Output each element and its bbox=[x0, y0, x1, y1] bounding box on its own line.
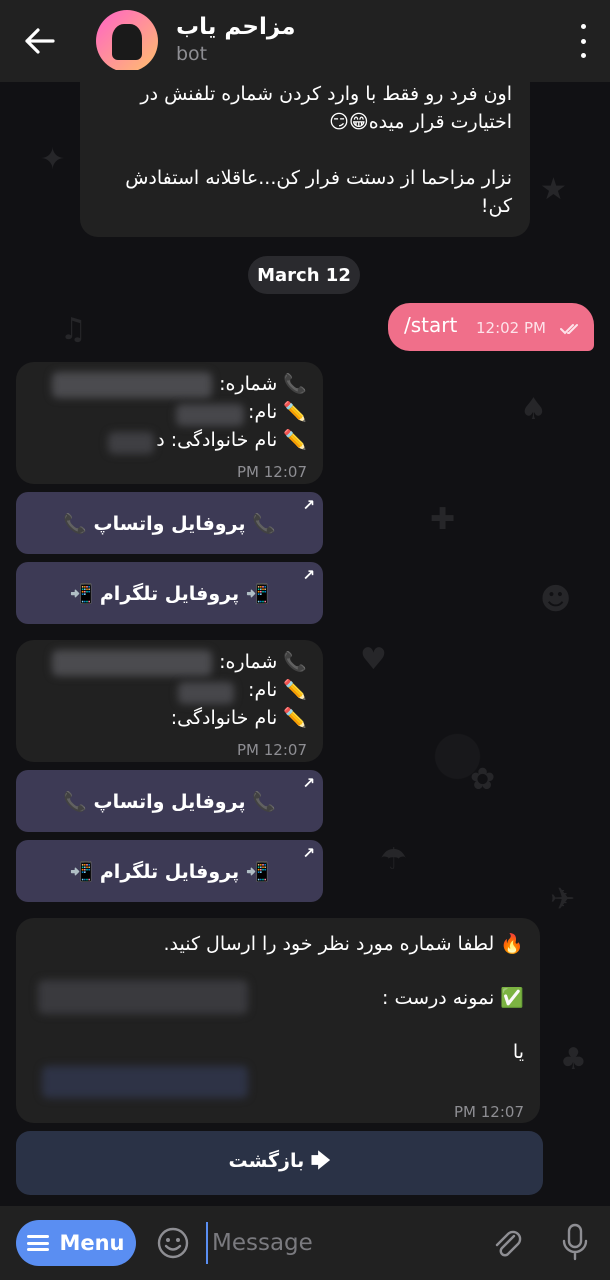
whatsapp-button-label: 📞 پروفایل واتساپ 📞 bbox=[63, 512, 276, 535]
emoji-icon[interactable] bbox=[156, 1226, 190, 1260]
open-link-arrow-icon: ↗ bbox=[302, 566, 315, 584]
redacted-phone bbox=[52, 650, 212, 676]
prompt-line: 🔥 لطفا شماره مورد نظر خود را ارسال کنید. bbox=[163, 933, 524, 955]
doodle-icon: ♣ bbox=[560, 1042, 587, 1077]
message-input[interactable] bbox=[206, 1222, 464, 1264]
telegram-profile-button[interactable]: 📲 پروفایل تلگرام 📲 ↗ bbox=[16, 840, 323, 902]
open-link-arrow-icon: ↗ bbox=[302, 844, 315, 862]
outgoing-message-bubble: /start 12:02 PM bbox=[388, 303, 594, 351]
menu-label: Menu bbox=[59, 1231, 125, 1255]
message-time: 12:07 PM bbox=[453, 1103, 524, 1121]
double-check-icon bbox=[560, 324, 578, 335]
back-arrow-icon bbox=[25, 28, 55, 54]
telegram-button-label: 📲 پروفایل تلگرام 📲 bbox=[69, 582, 270, 605]
back-arrow-button[interactable] bbox=[10, 11, 70, 71]
chat-subtitle: bot bbox=[176, 43, 208, 65]
outgoing-text: /start bbox=[404, 313, 458, 337]
redacted-example-number bbox=[38, 980, 248, 1014]
phone-label: 📞 شماره: bbox=[219, 651, 307, 673]
intro-line: اختیارت قرار میده😁😏 bbox=[329, 111, 512, 133]
menu-button[interactable]: Menu bbox=[16, 1220, 136, 1266]
bot-avatar[interactable] bbox=[96, 10, 158, 72]
whatsapp-profile-button[interactable]: 📞 پروفایل واتساپ 📞 ↗ bbox=[16, 492, 323, 554]
intro-line: کن! bbox=[480, 195, 512, 217]
redacted-name bbox=[178, 682, 234, 704]
prompt-line: ✅ نمونه درست : bbox=[382, 987, 524, 1009]
doodle-icon: ✈ bbox=[550, 882, 576, 917]
microphone-icon[interactable] bbox=[560, 1222, 590, 1262]
back-button-label: 🡆 بازگشت bbox=[228, 1150, 331, 1172]
name-label: ✏️ نام: bbox=[248, 679, 307, 701]
telegram-profile-button[interactable]: 📲 پروفایل تلگرام 📲 ↗ bbox=[16, 562, 323, 624]
intro-line: نزار مزاحما از دستت فرار کن...عاقلانه اس… bbox=[125, 167, 512, 189]
doodle-icon: ☂ bbox=[380, 842, 407, 877]
prompt-line: یا bbox=[512, 1041, 524, 1063]
redacted-phone bbox=[52, 372, 212, 398]
doodle-icon: ☻ bbox=[540, 582, 572, 617]
intro-message-bubble: اون فرد رو فقط با وارد کردن شماره تلفنش … bbox=[80, 70, 530, 237]
doodle-icon: ✿ bbox=[470, 762, 496, 797]
date-separator: March 12 bbox=[248, 256, 360, 294]
result-message-bubble: 📞 شماره: ✏️ نام: ✏️ نام خانوادگی: ﺩ 12:0… bbox=[16, 362, 323, 484]
doodle-icon: ♥ bbox=[360, 642, 387, 677]
attach-icon[interactable] bbox=[490, 1226, 524, 1260]
redacted-family bbox=[108, 432, 154, 454]
more-options-icon[interactable] bbox=[578, 24, 588, 58]
open-link-arrow-icon: ↗ bbox=[302, 774, 315, 792]
whatsapp-button-label: 📞 پروفایل واتساپ 📞 bbox=[63, 790, 276, 813]
doodle-icon: ♫ bbox=[60, 312, 87, 347]
back-button[interactable]: 🡆 بازگشت bbox=[16, 1131, 543, 1195]
chat-title: مزاحم یاب bbox=[176, 14, 296, 40]
whatsapp-profile-button[interactable]: 📞 پروفایل واتساپ 📞 ↗ bbox=[16, 770, 323, 832]
message-time: 12:07 PM bbox=[236, 741, 307, 759]
doodle-icon: ♠ bbox=[520, 392, 547, 427]
hamburger-icon bbox=[27, 1235, 50, 1251]
family-label: ✏️ نام خانوادگی: bbox=[170, 707, 307, 729]
avatar-figure-icon bbox=[112, 24, 142, 60]
doodle-icon: ★ bbox=[540, 172, 567, 207]
intro-line: اون فرد رو فقط با وارد کردن شماره تلفنش … bbox=[140, 83, 512, 105]
doodle-icon: ✦ bbox=[40, 142, 66, 177]
phone-label: 📞 شماره: bbox=[219, 373, 307, 395]
doodle-icon: ✚ bbox=[430, 502, 456, 537]
family-label: ✏️ نام خانوادگی: ﺩ bbox=[156, 429, 307, 451]
prompt-message-bubble: 🔥 لطفا شماره مورد نظر خود را ارسال کنید.… bbox=[16, 918, 540, 1123]
name-label: ✏️ نام: bbox=[248, 401, 307, 423]
redacted-example-number bbox=[42, 1066, 248, 1098]
chat-title-block[interactable]: مزاحم یاب bot bbox=[176, 12, 295, 66]
redacted-name bbox=[176, 404, 244, 426]
message-time: 12:07 PM bbox=[236, 463, 307, 481]
result-message-bubble: 📞 شماره: ✏️ نام: ✏️ نام خانوادگی: 12:07 … bbox=[16, 640, 323, 762]
telegram-button-label: 📲 پروفایل تلگرام 📲 bbox=[69, 860, 270, 883]
outgoing-time: 12:02 PM bbox=[476, 319, 546, 337]
open-link-arrow-icon: ↗ bbox=[302, 496, 315, 514]
message-input-bar: Menu bbox=[0, 1206, 610, 1280]
